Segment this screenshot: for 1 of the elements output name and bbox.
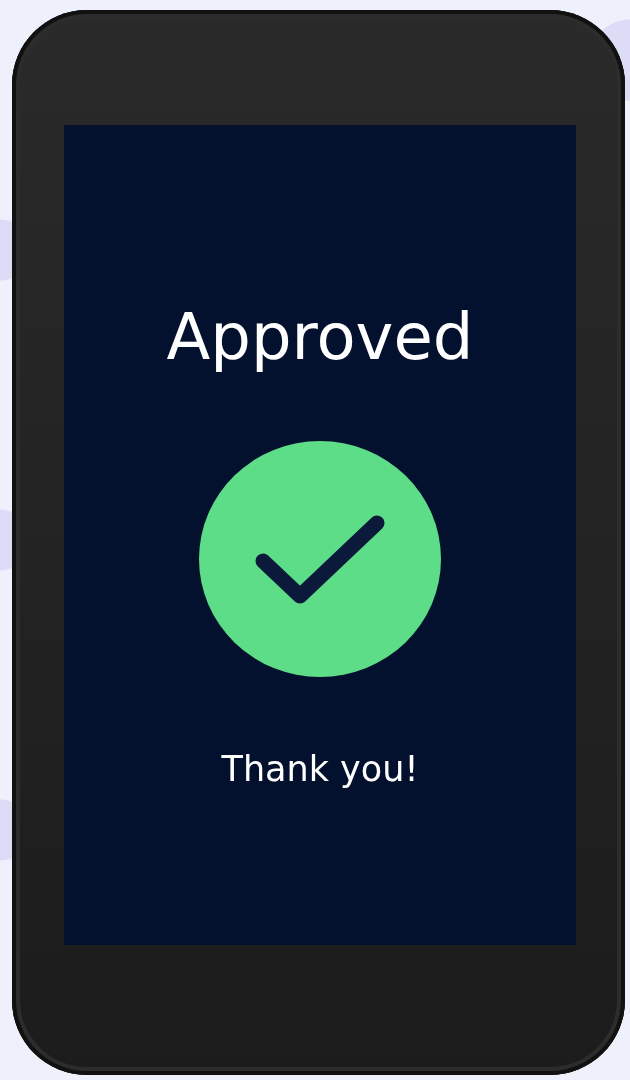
thank-you-message: Thank you! [221,752,419,787]
